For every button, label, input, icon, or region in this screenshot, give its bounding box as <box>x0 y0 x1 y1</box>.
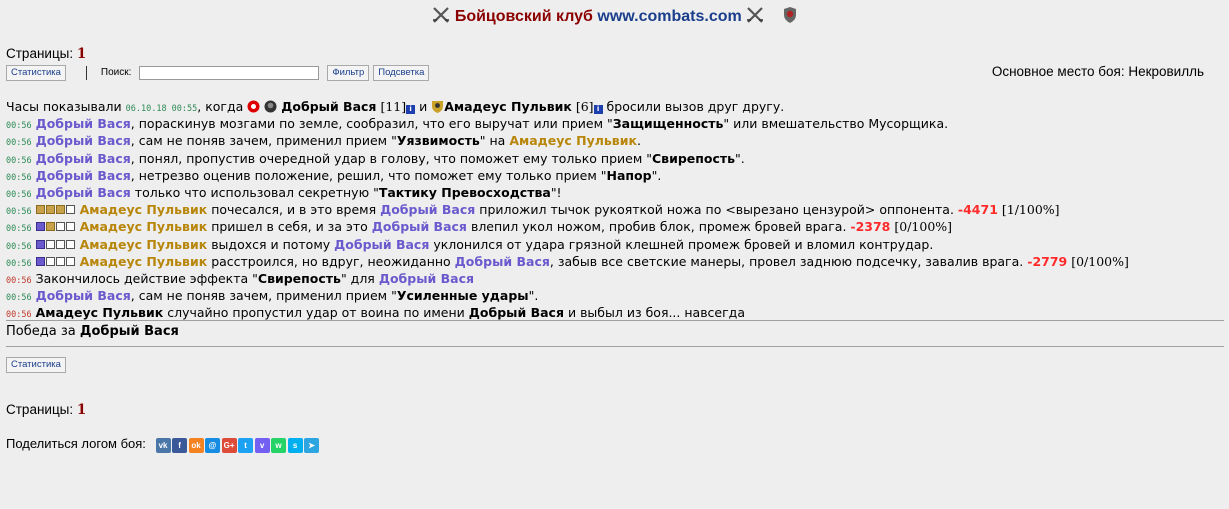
stats-button[interactable]: Статистика <box>6 64 66 81</box>
damage-value: -2378 <box>850 219 891 235</box>
site-header: Бойцовский клуб www.combats.com <box>0 7 1229 26</box>
victory-line: Победа за Добрый Вася <box>6 324 179 339</box>
alignment-icon <box>247 100 260 113</box>
clan-shield-icon <box>783 7 796 23</box>
share-icons: vk f ok @ G+ t v w s ➤ <box>155 437 321 453</box>
site-title: Бойцовский клуб <box>454 8 593 25</box>
log-line: 00:56 Добрый Вася только что использовал… <box>6 184 562 200</box>
divider <box>6 320 1224 321</box>
page: Бойцовский клуб www.combats.com Страницы… <box>0 0 1229 509</box>
log-line: 00:56 Закончилось действие эффекта "Свир… <box>6 270 475 286</box>
toolbar: Статистика Поиск: Фильтр Подсветка Основ… <box>6 64 1224 82</box>
damage-value: -4471 <box>957 202 998 218</box>
log-line: 00:56 Добрый Вася, пораскинув мозгами по… <box>6 116 949 132</box>
hit-zone-indicator <box>35 219 76 234</box>
player-level: [6] <box>575 99 594 114</box>
log-line: 00:56 Амадеус Пульвик случайно пропустил… <box>6 305 745 321</box>
clan-icon <box>432 101 444 113</box>
log-line: 00:56 Добрый Вася, понял, пропустив очер… <box>6 150 745 166</box>
mailru-icon[interactable]: @ <box>205 437 221 453</box>
share-bar: Поделиться логом боя: vk f ok @ G+ t v w s ➤ <box>6 436 321 454</box>
damage-value: -2779 <box>1027 253 1068 269</box>
odnoklassniki-icon[interactable]: ok <box>188 437 204 453</box>
log-line: 00:56 Добрый Вася, сам не поняв зачем, п… <box>6 133 641 149</box>
player-name-link[interactable]: Добрый Вася <box>281 99 376 114</box>
log-line: 00:56 Амадеус Пульвик выдохся и потому Д… <box>6 236 934 252</box>
log-line: 00:56 Амадеус Пульвик расстроился, но вд… <box>6 253 1129 269</box>
log-line: 00:56 Амадеус Пульвик почесался, и в это… <box>6 202 1060 218</box>
player-name-link[interactable]: Амадеус Пульвик <box>444 99 572 114</box>
log-line: 00:56 Добрый Вася, нетрезво оценив полож… <box>6 167 662 183</box>
log-line: 00:56 Амадеус Пульвик пришел в себя, и з… <box>6 219 953 235</box>
log-line: 00:56 Добрый Вася, сам не поняв зачем, п… <box>6 288 539 304</box>
skype-icon[interactable]: s <box>287 437 303 453</box>
crossed-swords-icon <box>433 7 450 23</box>
filter-button[interactable]: Фильтр <box>327 64 370 81</box>
hp-value: [1/100%] <box>1001 202 1060 218</box>
page-number-link[interactable]: 1 <box>77 402 86 418</box>
twitter-icon[interactable]: t <box>238 437 254 453</box>
pagination-bottom: Страницы: 1 <box>6 402 87 418</box>
whatsapp-icon[interactable]: w <box>271 437 287 453</box>
timestamp: 06.10.18 00:55 <box>125 104 198 114</box>
googleplus-icon[interactable]: G+ <box>221 437 237 453</box>
info-icon[interactable]: i <box>593 105 603 114</box>
page-number-link[interactable]: 1 <box>77 46 86 62</box>
telegram-icon[interactable]: ➤ <box>304 437 320 453</box>
stats-button-bottom[interactable]: Статистика <box>6 357 66 373</box>
share-label: Поделиться логом боя: <box>6 436 146 451</box>
pages-label: Страницы: <box>6 46 74 61</box>
site-url-link[interactable]: www.combats.com <box>597 8 741 25</box>
winner-name[interactable]: Добрый Вася <box>80 324 179 339</box>
search-label: Поиск: <box>100 67 132 78</box>
log-line: Часы показывали 06.10.18 00:55, когда До… <box>6 99 785 114</box>
battle-log: Часы показывали 06.10.18 00:55, когда До… <box>6 98 1224 321</box>
pagination-top: Страницы: 1 <box>6 46 86 62</box>
crossed-swords-icon <box>747 7 764 23</box>
battle-location: Основное место боя: Некровилль <box>991 64 1204 79</box>
hit-zone-indicator <box>35 202 76 217</box>
facebook-icon[interactable]: f <box>172 437 188 453</box>
viber-icon[interactable]: v <box>254 437 270 453</box>
highlight-button[interactable]: Подсветка <box>373 64 430 81</box>
hp-value: [0/100%] <box>894 219 953 235</box>
hit-zone-indicator <box>35 237 76 252</box>
search-input[interactable] <box>139 65 320 80</box>
divider <box>6 346 1224 347</box>
vk-icon[interactable]: vk <box>155 437 171 453</box>
info-icon[interactable]: i <box>406 105 416 114</box>
hit-zone-indicator <box>35 254 76 269</box>
player-level: [11] <box>380 99 407 114</box>
clan-icon <box>264 100 277 113</box>
toolbar-divider <box>85 65 87 80</box>
hp-value: [0/100%] <box>1071 253 1129 269</box>
